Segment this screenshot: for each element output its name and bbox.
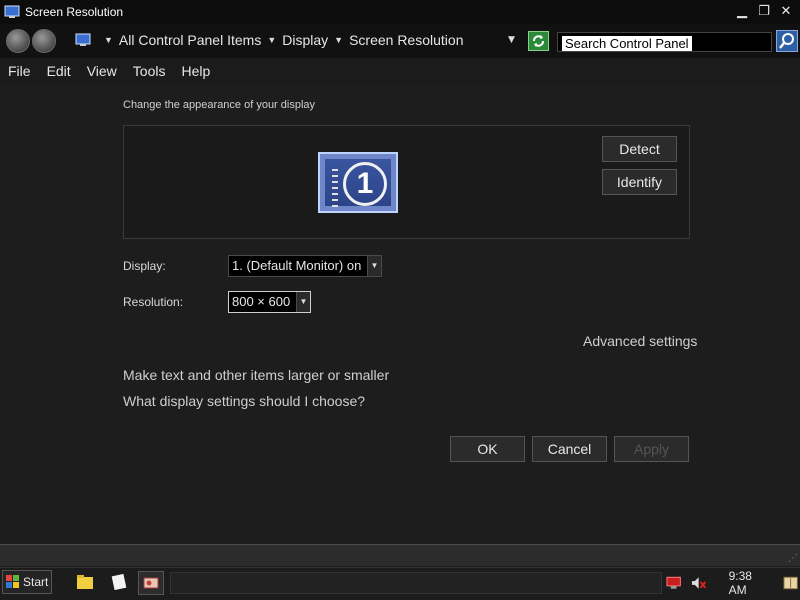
advanced-settings-link[interactable]: Advanced settings xyxy=(583,333,697,349)
display-label: Display: xyxy=(123,259,166,273)
chevron-down-icon: ▼ xyxy=(367,256,381,276)
monitor-taskbar-strip xyxy=(332,169,338,207)
address-bar: ▼ All Control Panel Items ▼ Display ▼ Sc… xyxy=(0,24,800,58)
start-label: Start xyxy=(23,575,49,589)
control-panel-icon xyxy=(75,33,91,46)
minimize-button[interactable]: ▁ xyxy=(732,2,752,20)
restore-button[interactable]: ❐ xyxy=(754,2,774,20)
close-button[interactable]: ✕ xyxy=(776,2,796,20)
resize-grip-icon[interactable]: ⋰ xyxy=(788,553,798,564)
menu-bar: File Edit View Tools Help xyxy=(0,58,800,84)
search-placeholder: Search Control Panel xyxy=(562,36,692,51)
resolution-label: Resolution: xyxy=(123,295,184,309)
ok-button[interactable]: OK xyxy=(450,436,525,462)
breadcrumb-display[interactable]: Display xyxy=(282,32,328,48)
cancel-button[interactable]: Cancel xyxy=(532,436,607,462)
window-title: Screen Resolution xyxy=(25,5,124,19)
menu-file[interactable]: File xyxy=(0,63,39,79)
refresh-button[interactable] xyxy=(528,31,549,51)
monitor-screen: 1 xyxy=(325,159,391,207)
resolution-select-value: 800 × 600 xyxy=(232,294,291,309)
search-icon xyxy=(779,33,794,49)
taskbar-buttons-area xyxy=(170,572,662,594)
identify-button[interactable]: Identify xyxy=(602,169,677,195)
menu-tools[interactable]: Tools xyxy=(125,63,174,79)
folder-icon[interactable] xyxy=(76,574,94,590)
network-icon[interactable] xyxy=(666,576,681,590)
display-help-link[interactable]: What display settings should I choose? xyxy=(123,393,365,409)
display-icon xyxy=(4,5,20,18)
display-select-value: 1. (Default Monitor) on xyxy=(232,258,362,273)
search-button[interactable] xyxy=(776,30,798,52)
chevron-down-icon[interactable]: ▼ xyxy=(334,35,343,45)
text-size-link[interactable]: Make text and other items larger or smal… xyxy=(123,367,389,383)
status-bar: ⋰ xyxy=(0,544,800,566)
chevron-down-icon[interactable]: ▼ xyxy=(104,35,113,45)
breadcrumb-screen-resolution[interactable]: Screen Resolution xyxy=(349,32,463,48)
start-button[interactable]: Start xyxy=(2,570,52,594)
address-dropdown-icon[interactable]: ▼ xyxy=(508,35,515,45)
show-desktop-icon[interactable] xyxy=(783,576,798,590)
detect-button[interactable]: Detect xyxy=(602,136,677,162)
breadcrumb: ▼ All Control Panel Items ▼ Display ▼ Sc… xyxy=(98,32,463,48)
clock[interactable]: 9:38 AM xyxy=(729,569,771,597)
forward-button[interactable] xyxy=(32,29,56,53)
apply-button[interactable]: Apply xyxy=(614,436,689,462)
display-select[interactable]: 1. (Default Monitor) on ▼ xyxy=(228,255,382,277)
resolution-select[interactable]: 800 × 600 ▼ xyxy=(228,291,311,313)
chevron-down-icon[interactable]: ▼ xyxy=(267,35,276,45)
volume-muted-icon[interactable] xyxy=(691,576,707,590)
breadcrumb-all-items[interactable]: All Control Panel Items xyxy=(119,32,261,48)
back-button[interactable] xyxy=(6,29,30,53)
search-input[interactable]: Search Control Panel xyxy=(557,32,772,52)
taskbar: Start 9:38 AM xyxy=(0,567,800,600)
menu-view[interactable]: View xyxy=(79,63,125,79)
active-task-button[interactable] xyxy=(138,571,164,595)
system-tray: 9:38 AM xyxy=(666,569,798,597)
refresh-icon xyxy=(533,35,544,47)
title-bar: Screen Resolution ▁ ❐ ✕ xyxy=(0,0,800,24)
menu-edit[interactable]: Edit xyxy=(39,63,79,79)
monitor-1-icon[interactable]: 1 xyxy=(318,152,398,213)
control-panel-icon xyxy=(143,577,159,589)
page-subtitle: Change the appearance of your display xyxy=(123,99,316,111)
window-controls: ▁ ❐ ✕ xyxy=(732,2,796,20)
monitor-number-badge: 1 xyxy=(343,162,387,206)
notepad-icon[interactable] xyxy=(110,574,128,590)
monitor-preview-panel: 1 Detect Identify xyxy=(123,125,690,239)
windows-logo-icon xyxy=(6,575,19,588)
menu-help[interactable]: Help xyxy=(173,63,218,79)
chevron-down-icon: ▼ xyxy=(296,292,310,312)
